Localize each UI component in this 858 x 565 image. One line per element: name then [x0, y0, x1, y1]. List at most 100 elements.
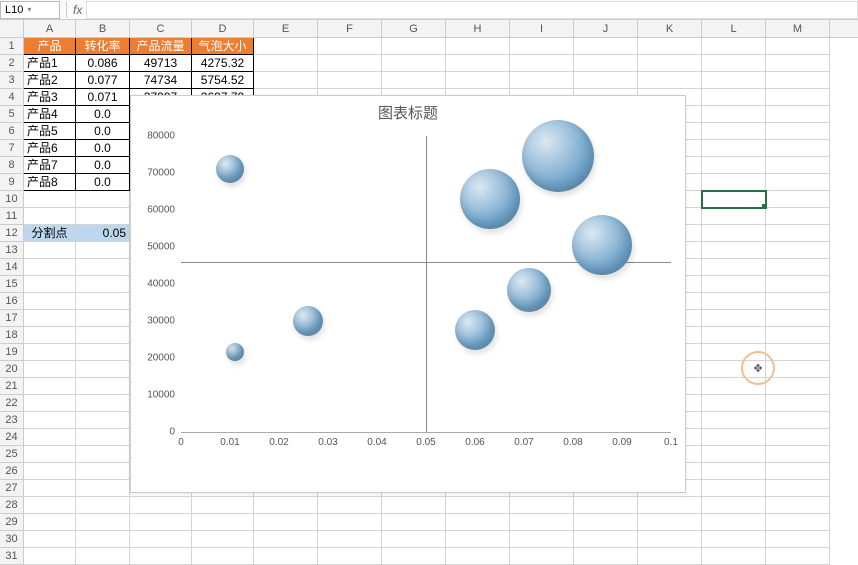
- cell-A30[interactable]: [24, 531, 76, 548]
- cell-G28[interactable]: [382, 497, 446, 514]
- chart-title[interactable]: 图表标题: [131, 102, 685, 123]
- cell-B2[interactable]: 0.086: [76, 55, 130, 72]
- cell-E28[interactable]: [254, 497, 318, 514]
- col-header-F[interactable]: F: [318, 20, 382, 37]
- cell-M4[interactable]: [766, 89, 830, 106]
- cell-A18[interactable]: [24, 327, 76, 344]
- cell-M25[interactable]: [766, 446, 830, 463]
- chevron-down-icon[interactable]: ▾: [27, 5, 31, 14]
- cell-H3[interactable]: [446, 72, 510, 89]
- cell-A5[interactable]: 产品4: [24, 106, 76, 123]
- cell-J2[interactable]: [574, 55, 638, 72]
- cell-M22[interactable]: [766, 395, 830, 412]
- bubble-point[interactable]: [522, 120, 594, 192]
- cell-G29[interactable]: [382, 514, 446, 531]
- cell-A24[interactable]: [24, 429, 76, 446]
- cell-F28[interactable]: [318, 497, 382, 514]
- cell-F30[interactable]: [318, 531, 382, 548]
- cell-K28[interactable]: [638, 497, 702, 514]
- cell-B13[interactable]: [76, 242, 130, 259]
- cell-I31[interactable]: [510, 548, 574, 565]
- cell-D29[interactable]: [192, 514, 254, 531]
- row-header-18[interactable]: 18: [0, 327, 24, 344]
- cell-M17[interactable]: [766, 310, 830, 327]
- cell-L8[interactable]: [702, 157, 766, 174]
- cell-K29[interactable]: [638, 514, 702, 531]
- cell-B28[interactable]: [76, 497, 130, 514]
- cell-L30[interactable]: [702, 531, 766, 548]
- cell-E29[interactable]: [254, 514, 318, 531]
- cell-G2[interactable]: [382, 55, 446, 72]
- cell-M26[interactable]: [766, 463, 830, 480]
- cell-B22[interactable]: [76, 395, 130, 412]
- row-header-22[interactable]: 22: [0, 395, 24, 412]
- cell-B9[interactable]: 0.0: [76, 174, 130, 191]
- cell-M16[interactable]: [766, 293, 830, 310]
- cell-A12[interactable]: 分割点: [24, 225, 76, 242]
- cell-K3[interactable]: [638, 72, 702, 89]
- row-header-24[interactable]: 24: [0, 429, 24, 446]
- row-header-12[interactable]: 12: [0, 225, 24, 242]
- cell-L25[interactable]: [702, 446, 766, 463]
- cell-F2[interactable]: [318, 55, 382, 72]
- col-header-H[interactable]: H: [446, 20, 510, 37]
- cell-I2[interactable]: [510, 55, 574, 72]
- cell-B6[interactable]: 0.0: [76, 123, 130, 140]
- cell-B30[interactable]: [76, 531, 130, 548]
- cell-F3[interactable]: [318, 72, 382, 89]
- cell-L10[interactable]: [702, 191, 766, 208]
- cell-J30[interactable]: [574, 531, 638, 548]
- cell-A23[interactable]: [24, 412, 76, 429]
- cell-A20[interactable]: [24, 361, 76, 378]
- row-header-20[interactable]: 20: [0, 361, 24, 378]
- cell-C29[interactable]: [130, 514, 192, 531]
- cell-M3[interactable]: [766, 72, 830, 89]
- cell-E30[interactable]: [254, 531, 318, 548]
- cell-B1[interactable]: 转化率: [76, 38, 130, 55]
- cell-K2[interactable]: [638, 55, 702, 72]
- cell-J28[interactable]: [574, 497, 638, 514]
- row-header-25[interactable]: 25: [0, 446, 24, 463]
- cell-L6[interactable]: [702, 123, 766, 140]
- cell-M18[interactable]: [766, 327, 830, 344]
- cell-B16[interactable]: [76, 293, 130, 310]
- cell-G3[interactable]: [382, 72, 446, 89]
- cell-M11[interactable]: [766, 208, 830, 225]
- cell-D1[interactable]: 气泡大小: [192, 38, 254, 55]
- cell-B24[interactable]: [76, 429, 130, 446]
- cell-M27[interactable]: [766, 480, 830, 497]
- cell-D2[interactable]: 4275.32: [192, 55, 254, 72]
- cell-L24[interactable]: [702, 429, 766, 446]
- cell-L14[interactable]: [702, 259, 766, 276]
- cell-J3[interactable]: [574, 72, 638, 89]
- cell-L1[interactable]: [702, 38, 766, 55]
- cell-C28[interactable]: [130, 497, 192, 514]
- row-header-5[interactable]: 5: [0, 106, 24, 123]
- cell-E2[interactable]: [254, 55, 318, 72]
- cell-A27[interactable]: [24, 480, 76, 497]
- cell-A6[interactable]: 产品5: [24, 123, 76, 140]
- cell-C2[interactable]: 49713: [130, 55, 192, 72]
- col-header-G[interactable]: G: [382, 20, 446, 37]
- col-header-L[interactable]: L: [702, 20, 766, 37]
- cell-L28[interactable]: [702, 497, 766, 514]
- cell-B23[interactable]: [76, 412, 130, 429]
- chart-plot-area[interactable]: 0100002000030000400005000060000700008000…: [181, 136, 671, 446]
- cell-A28[interactable]: [24, 497, 76, 514]
- cell-B20[interactable]: [76, 361, 130, 378]
- cell-L17[interactable]: [702, 310, 766, 327]
- cell-M20[interactable]: [766, 361, 830, 378]
- cell-L29[interactable]: [702, 514, 766, 531]
- cell-C31[interactable]: [130, 548, 192, 565]
- cell-G30[interactable]: [382, 531, 446, 548]
- cell-B19[interactable]: [76, 344, 130, 361]
- cell-A7[interactable]: 产品6: [24, 140, 76, 157]
- cell-G1[interactable]: [382, 38, 446, 55]
- row-header-3[interactable]: 3: [0, 72, 24, 89]
- row-header-9[interactable]: 9: [0, 174, 24, 191]
- cell-E3[interactable]: [254, 72, 318, 89]
- cell-A8[interactable]: 产品7: [24, 157, 76, 174]
- cell-M5[interactable]: [766, 106, 830, 123]
- cell-F31[interactable]: [318, 548, 382, 565]
- chart-object[interactable]: 图表标题 01000020000300004000050000600007000…: [130, 95, 686, 493]
